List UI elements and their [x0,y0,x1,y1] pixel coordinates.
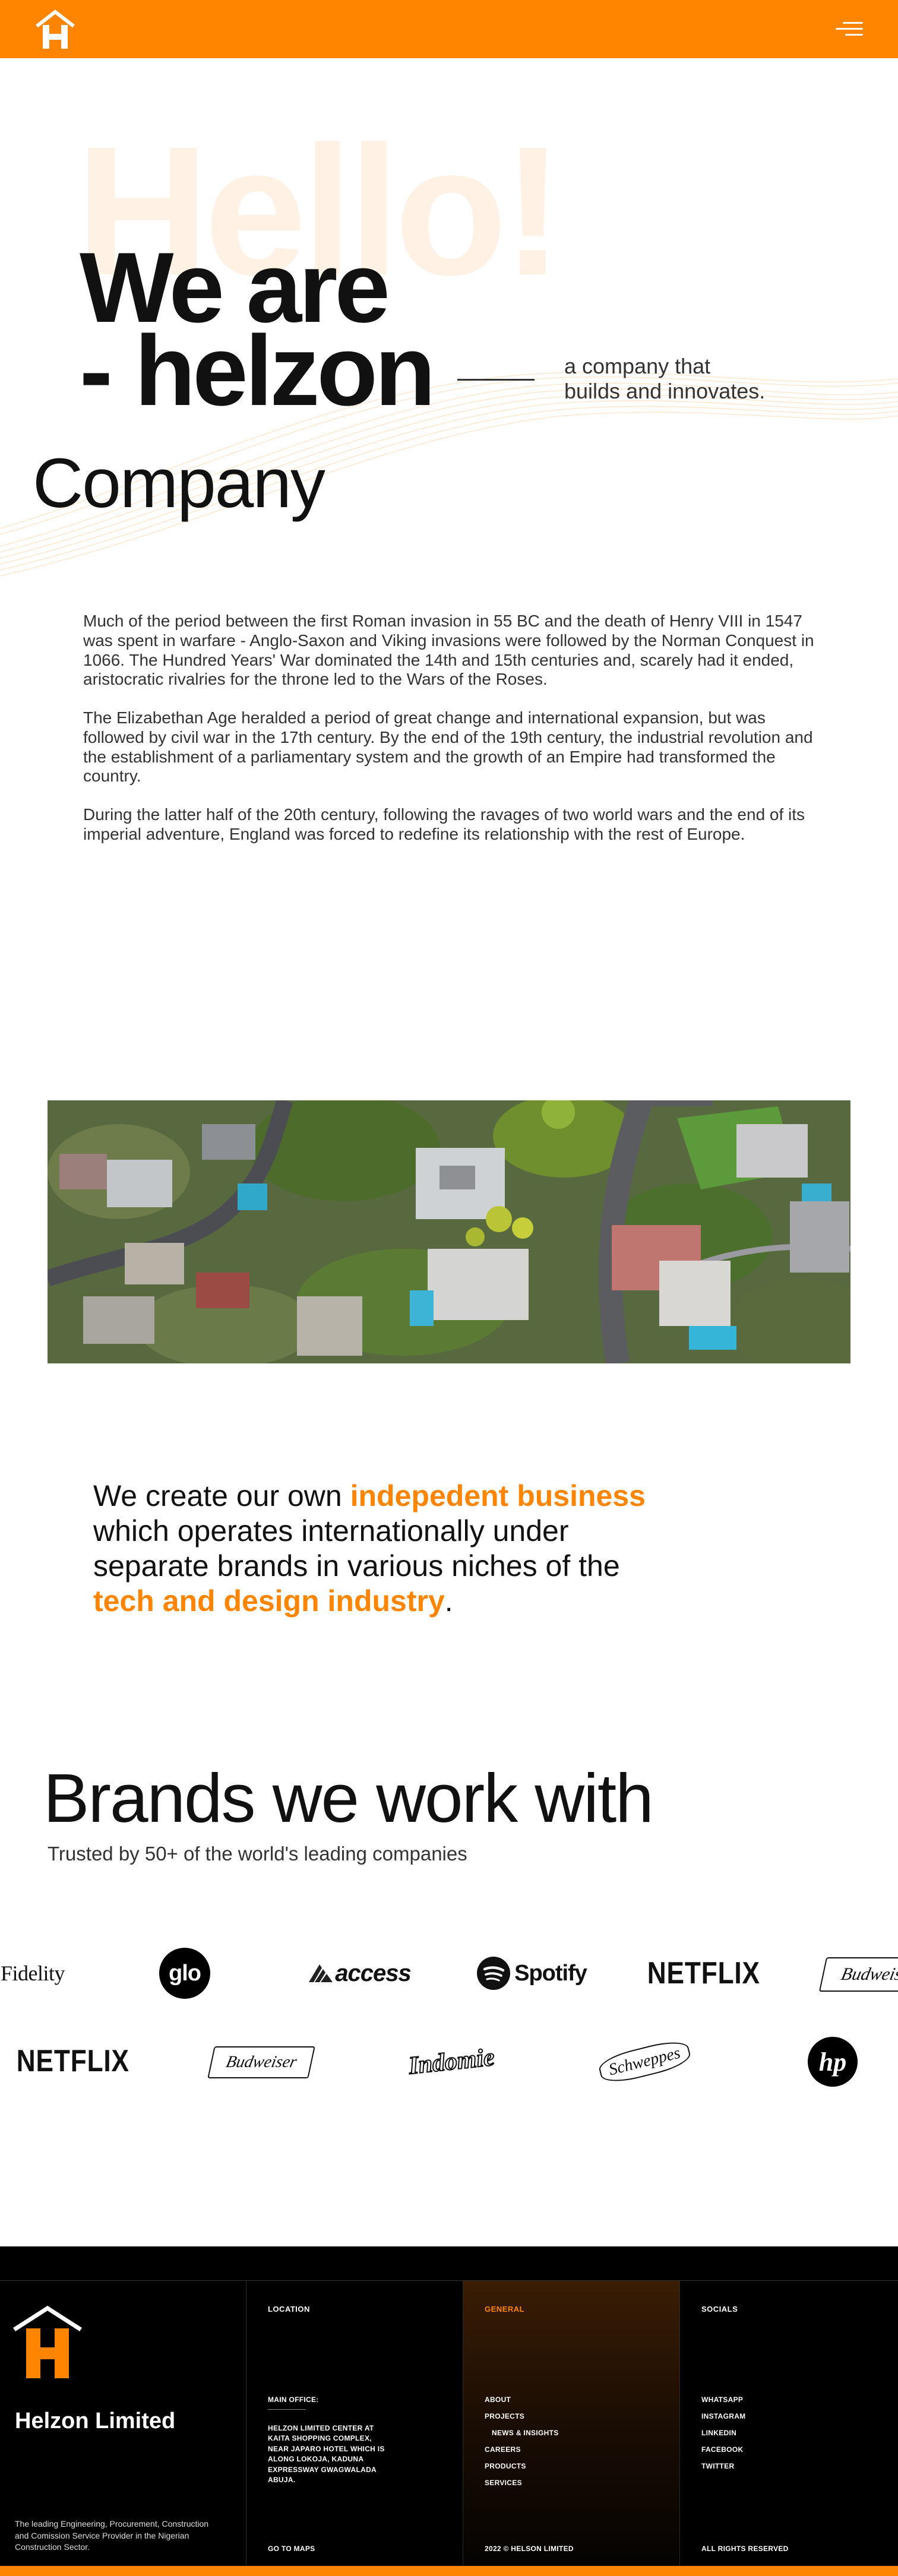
brand-logos-row-1: Fidelity glo access Spotify NETFLIX Budw… [0,1941,898,2006]
about-paragraph: During the latter half of the 20th centu… [83,805,805,843]
footer-office-rule [268,2409,306,2410]
footer-socials-heading: SOCIALS [701,2305,738,2314]
indomie-logo: Indomie [407,2043,497,2081]
company-statement: We create our own indepedent business wh… [93,1479,687,1619]
footer-general-heading: GENERAL [485,2305,525,2314]
statement-text: which operates internationally under sep… [93,1514,620,1583]
fidelity-logo: Fidelity [0,1961,65,1985]
footer-office-address: HELZON LIMITED CENTER AT KAITA SHOPPING … [268,2424,385,2484]
hero-heading-line-2: - helzon [80,315,436,426]
footer-link-products[interactable]: PRODUCTS [485,2461,526,2471]
social-link-instagram[interactable]: INSTAGRAM [701,2412,745,2422]
hero-divider-line [457,379,535,381]
footer-brand-column: Helzon Limited The leading Engineering, … [0,2281,246,2566]
footer-link-services[interactable]: SERVICES [485,2478,522,2488]
hero-company-word: Company [33,444,325,523]
statement-highlight: tech and design industry [93,1584,445,1618]
social-link-facebook[interactable]: FACEBOOK [701,2445,743,2455]
helzon-house-logo[interactable] [11,2305,84,2379]
schweppes-logo: Schweppes [596,2036,693,2087]
social-link-twitter[interactable]: TWITTER [701,2461,734,2471]
footer-socials-column: SOCIALS WHATSAPP INSTAGRAM LINKEDIN FACE… [679,2281,898,2566]
statement-text: We create our own [93,1479,350,1512]
brands-section-title: Brands we work with [43,1759,654,1837]
spotify-logo: Spotify [475,1955,588,1991]
social-link-linkedin[interactable]: LINKEDIN [701,2428,736,2438]
go-to-maps-link[interactable]: GO TO MAPS [268,2544,315,2554]
footer-copyright: 2022 © HELSON LIMITED [485,2545,574,2553]
about-paragraph: Much of the period between the first Rom… [83,612,814,689]
footer-location-heading: LOCATION [268,2305,310,2314]
hero-tagline-line-1: a company that [564,354,711,378]
footer-company-name: Helzon Limited [15,2409,176,2433]
glo-logo: glo [159,1948,210,1999]
footer-all-rights: ALL RIGHTS RESERVED [701,2545,789,2553]
footer-company-description: The leading Engineering, Procurement, Co… [15,2519,209,2552]
netflix-logo: NETFLIX [647,1956,761,1990]
top-navigation-bar [0,0,898,58]
statement-highlight: indepedent business [350,1479,646,1512]
hamburger-menu-icon[interactable] [834,20,863,38]
site-footer: Helzon Limited The leading Engineering, … [0,2246,898,2576]
brands-section-subtitle: Trusted by 50+ of the world's leading co… [48,1843,467,1865]
footer-office-label: MAIN OFFICE: [268,2395,319,2404]
footer-link-projects[interactable]: PROJECTS [485,2412,524,2422]
hero-tagline: a company that builds and innovates. [564,354,765,404]
statement-text: . [444,1584,453,1618]
about-history-text: Much of the period between the first Rom… [83,612,820,863]
access-logo: access [303,1958,416,1988]
aerial-neighborhood-photo [48,1100,850,1363]
footer-link-careers[interactable]: CAREERS [485,2445,521,2455]
netflix-logo: NETFLIX [16,2044,130,2078]
budweiser-logo: Budweiser [207,2046,315,2078]
social-link-whatsapp[interactable]: WHATSAPP [701,2395,743,2405]
footer-link-news[interactable]: NEWS & INSIGHTS [492,2428,559,2438]
footer-location-column: LOCATION MAIN OFFICE: HELZON LIMITED CEN… [246,2281,463,2566]
about-paragraph: The Elizabethan Age heralded a period of… [83,708,813,786]
footer-general-column: GENERAL ABOUT PROJECTS NEWS & INSIGHTS C… [463,2281,679,2566]
brand-logos-row-2: NETFLIX Budweiser Indomie Schweppes hp [0,2028,898,2094]
hero-tagline-line-2: builds and innovates. [564,379,766,404]
hp-logo: hp [808,2037,858,2087]
budweiser-logo: Budweiser [818,1957,898,1992]
footer-link-about[interactable]: ABOUT [485,2395,511,2405]
helzon-house-logo[interactable] [34,10,76,51]
footer-accent-bar [0,2566,898,2576]
